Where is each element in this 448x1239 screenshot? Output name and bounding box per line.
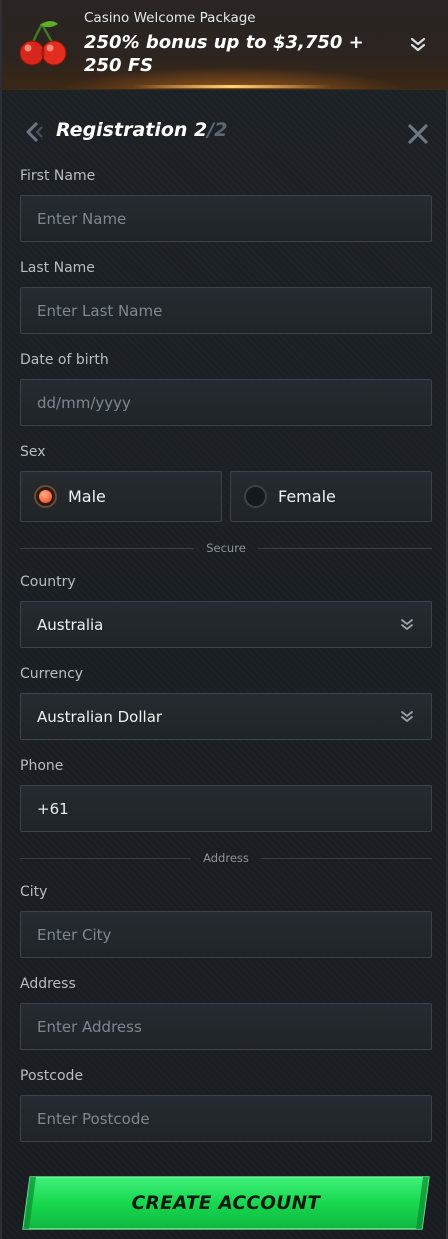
address-divider: Address <box>20 850 432 866</box>
postcode-input[interactable] <box>37 1109 415 1128</box>
city-label: City <box>20 884 48 900</box>
phone-label: Phone <box>20 758 64 774</box>
divider-line <box>260 857 432 859</box>
divider-line <box>257 547 433 549</box>
first-name-input[interactable] <box>37 209 415 228</box>
last-name-field[interactable] <box>20 287 432 334</box>
country-label: Country <box>20 574 76 590</box>
secure-divider: Secure <box>20 540 433 556</box>
address-field[interactable] <box>20 1003 432 1050</box>
dob-input[interactable] <box>37 393 415 412</box>
postcode-label: Postcode <box>20 1068 84 1084</box>
sex-option-male[interactable]: Male <box>20 471 222 522</box>
banner-expand-button[interactable] <box>406 33 430 57</box>
country-select[interactable]: Australia <box>20 601 432 648</box>
address-label: Address <box>20 976 76 992</box>
registration-panel: Casino Welcome Package 250% bonus up to … <box>0 0 448 1239</box>
address-divider-label: Address <box>203 851 249 865</box>
first-name-field[interactable] <box>20 195 432 242</box>
radio-unselected-icon <box>244 485 267 508</box>
welcome-banner[interactable]: Casino Welcome Package 250% bonus up to … <box>2 0 448 90</box>
dob-label: Date of birth <box>20 352 109 368</box>
postcode-field[interactable] <box>20 1095 432 1142</box>
country-value: Australia <box>37 615 104 634</box>
address-input[interactable] <box>37 1017 415 1036</box>
create-account-label: CREATE ACCOUNT <box>131 1192 321 1214</box>
sex-option-female-label: Female <box>278 487 336 506</box>
page-title: Registration 2/2 <box>56 119 227 141</box>
dob-field[interactable] <box>20 379 432 426</box>
create-account-button[interactable]: CREATE ACCOUNT <box>22 1176 430 1230</box>
last-name-label: Last Name <box>20 260 95 276</box>
currency-label: Currency <box>20 666 84 682</box>
last-name-input[interactable] <box>37 301 415 320</box>
chevron-down-icon <box>401 618 413 630</box>
divider-line <box>20 547 195 549</box>
banner-subtitle: Casino Welcome Package <box>84 10 256 26</box>
sex-option-male-label: Male <box>68 487 106 506</box>
first-name-label: First Name <box>20 168 96 184</box>
double-chevron-down-icon <box>410 37 426 52</box>
close-button[interactable] <box>405 121 431 147</box>
step-total: 2 <box>214 119 228 141</box>
chevron-down-icon <box>401 710 413 722</box>
close-icon <box>408 124 428 144</box>
sex-option-female[interactable]: Female <box>230 471 432 522</box>
back-arrow-icon <box>26 121 43 143</box>
phone-input[interactable] <box>37 799 415 818</box>
city-input[interactable] <box>37 925 415 944</box>
secure-divider-label: Secure <box>206 541 246 555</box>
currency-value: Australian Dollar <box>37 707 163 726</box>
currency-select[interactable]: Australian Dollar <box>20 693 432 740</box>
city-field[interactable] <box>20 911 432 958</box>
page-title-text: Registration 2 <box>56 119 208 141</box>
cherries-icon <box>19 21 67 66</box>
banner-title: 250% bonus up to $3,750 + 250 FS <box>84 32 364 76</box>
divider-line <box>20 857 192 859</box>
radio-selected-icon <box>34 485 57 508</box>
back-button[interactable] <box>20 118 48 146</box>
banner-glow <box>132 85 332 88</box>
phone-field[interactable] <box>20 785 432 832</box>
sex-label: Sex <box>20 444 46 460</box>
